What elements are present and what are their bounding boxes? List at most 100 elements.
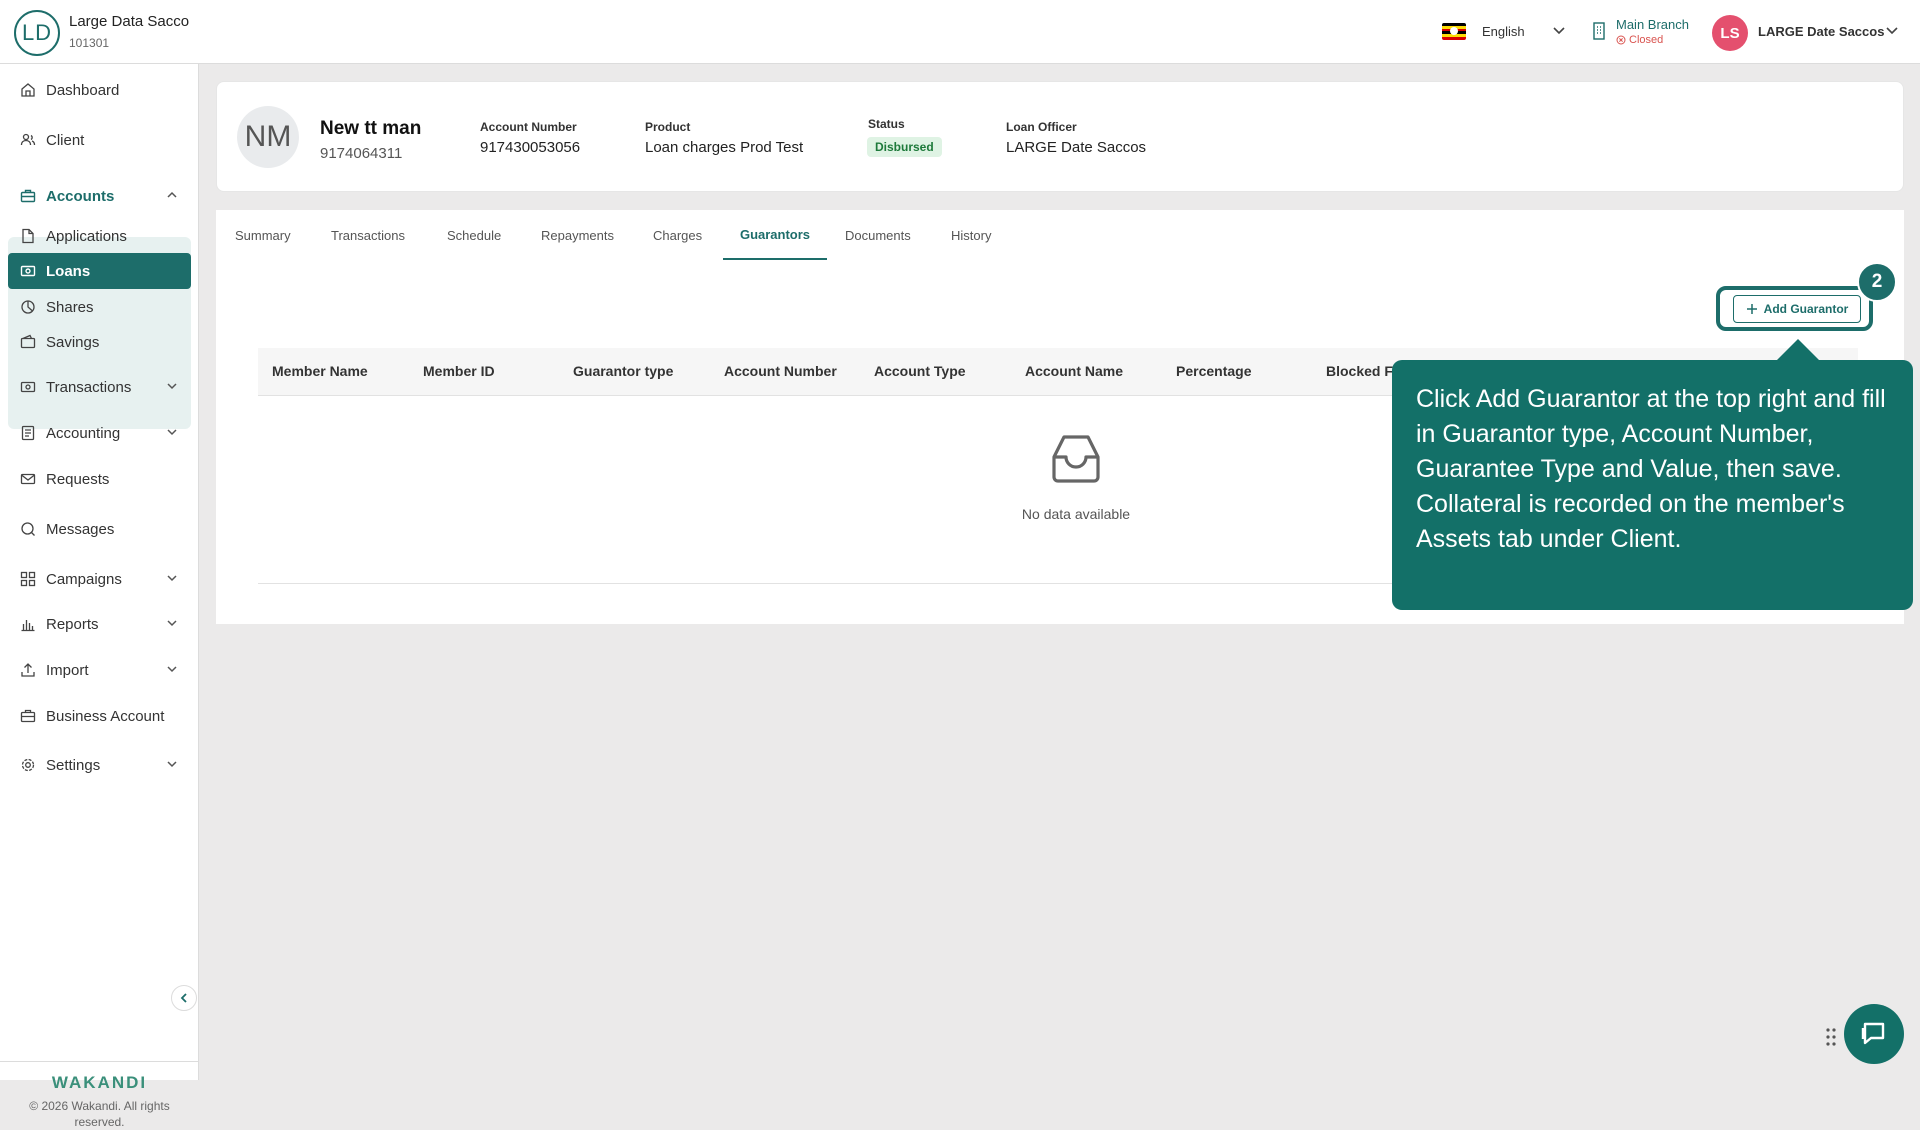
copyright-text: © 2026 Wakandi. All rights reserved.	[29, 1099, 170, 1129]
chat-support-button[interactable]	[1844, 1004, 1904, 1064]
sidebar-item-accounting[interactable]: Accounting	[8, 416, 191, 450]
upload-icon	[18, 660, 38, 680]
sidebar-item-client[interactable]: Client	[8, 123, 191, 157]
chat-icon	[18, 519, 38, 539]
client-name[interactable]: New tt man	[320, 118, 421, 140]
org-avatar[interactable]: LD	[14, 10, 60, 56]
sidebar-item-messages[interactable]: Messages	[8, 512, 191, 546]
sidebar-item-label: Campaigns	[46, 570, 122, 588]
cash-icon	[18, 261, 38, 281]
wakandi-logo: WAKANDI	[51, 1073, 148, 1092]
loan-officer-value: LARGE Date Saccos	[1006, 139, 1147, 156]
client-id: 9174064311	[320, 145, 403, 162]
sidebar-item-label: Settings	[46, 756, 101, 774]
status-label: Status	[868, 117, 905, 131]
grid-icon	[18, 569, 38, 589]
sidebar-item-campaigns[interactable]: Campaigns	[8, 562, 191, 596]
sidebar-item-label: Accounts	[46, 187, 115, 205]
tab-history[interactable]: History	[951, 210, 1001, 260]
column-header[interactable]: Guarantor type	[573, 363, 673, 379]
add-guarantor-button[interactable]: Add Guarantor	[1733, 295, 1861, 323]
tab-schedule[interactable]: Schedule	[447, 210, 507, 260]
column-header[interactable]: Account Type	[874, 363, 966, 379]
sidebar-item-label: Loans	[46, 262, 91, 280]
wallet-icon	[18, 332, 38, 352]
branch-status-text: Closed	[1629, 34, 1664, 46]
status-badge: Disbursed	[867, 137, 942, 157]
chat-bubble-icon	[1861, 1022, 1885, 1045]
tab-summary[interactable]: Summary	[235, 210, 298, 260]
account-number-value: 917430053056	[480, 139, 581, 156]
user-avatar[interactable]: LS	[1712, 15, 1748, 51]
bar-chart-icon	[18, 614, 38, 634]
empty-inbox-icon	[1052, 435, 1100, 483]
sidebar-item-label: Requests	[46, 470, 110, 488]
sidebar-item-savings[interactable]: Savings	[8, 325, 191, 359]
sidebar-item-import[interactable]: Import	[8, 653, 191, 687]
chevron-down-icon	[167, 429, 177, 436]
tooltip-arrow	[1776, 339, 1820, 361]
sidebar-item-label: Client	[46, 131, 85, 149]
gear-icon	[18, 755, 38, 775]
sidebar-item-label: Savings	[46, 333, 100, 351]
sidebar-item-requests[interactable]: Requests	[8, 462, 191, 496]
tab-guarantors[interactable]: Guarantors	[723, 210, 827, 260]
uganda-flag-icon[interactable]	[1442, 23, 1466, 40]
briefcase-icon	[18, 706, 38, 726]
sidebar-item-dashboard[interactable]: Dashboard	[8, 73, 191, 107]
loan-header-card: NM New tt man 9174064311 Account Number …	[216, 81, 1904, 192]
client-avatar: NM	[237, 106, 299, 168]
column-header[interactable]: Blocked Fu	[1326, 363, 1401, 379]
guide-tooltip: Click Add Guarantor at the top right and…	[1392, 360, 1913, 610]
home-icon	[18, 80, 38, 100]
branch-name[interactable]: Main Branch	[1616, 17, 1689, 32]
sidebar-item-label: Dashboard	[46, 81, 120, 99]
tab-documents[interactable]: Documents	[845, 210, 917, 260]
chevron-down-icon[interactable]	[1884, 22, 1900, 38]
account-number-label: Account Number	[480, 120, 577, 134]
close-circle-icon	[1616, 35, 1626, 45]
sidebar-item-applications[interactable]: Applications	[8, 219, 191, 253]
users-icon	[18, 130, 38, 150]
sidebar-item-transactions[interactable]: Transactions	[8, 370, 191, 404]
collapse-sidebar-button[interactable]	[171, 985, 197, 1011]
mail-icon	[18, 469, 38, 489]
language-selector[interactable]: English	[1482, 24, 1525, 39]
chevron-up-icon	[167, 191, 177, 198]
org-id: 101301	[69, 36, 110, 50]
chevron-down-icon	[167, 620, 177, 627]
sidebar-item-shares[interactable]: Shares	[8, 290, 191, 324]
loan-tabs: Summary Transactions Schedule Repayments…	[216, 210, 1016, 260]
step-badge: 2	[1857, 262, 1897, 302]
sidebar-item-loans[interactable]: Loans	[8, 253, 191, 289]
sidebar-item-label: Transactions	[46, 378, 132, 396]
sidebar-item-accounts[interactable]: Accounts	[8, 179, 191, 213]
chevron-left-icon	[180, 993, 187, 1003]
user-name[interactable]: LARGE Date Saccos	[1758, 24, 1884, 39]
drag-handle-icon[interactable]	[1825, 1027, 1837, 1047]
chevron-down-icon	[167, 666, 177, 673]
product-value: Loan charges Prod Test	[645, 139, 804, 156]
tab-charges[interactable]: Charges	[653, 210, 708, 260]
sidebar-item-settings[interactable]: Settings	[8, 748, 191, 782]
column-header[interactable]: Account Number	[724, 363, 837, 379]
guide-tooltip-text: Click Add Guarantor at the top right and…	[1416, 385, 1886, 553]
chevron-down-icon	[167, 761, 177, 768]
tab-transactions[interactable]: Transactions	[331, 210, 411, 260]
sidebar-item-label: Accounting	[46, 424, 121, 442]
sidebar-item-business-account[interactable]: Business Account	[8, 699, 191, 733]
top-bar: LD Large Data Sacco 101301 English Main …	[0, 0, 1920, 64]
column-header[interactable]: Account Name	[1025, 363, 1123, 379]
sidebar: Dashboard Client Accounts Applications L…	[0, 64, 199, 1129]
column-header[interactable]: Member ID	[423, 363, 495, 379]
briefcase-icon	[18, 186, 38, 206]
sidebar-item-label: Shares	[46, 298, 94, 316]
sidebar-item-reports[interactable]: Reports	[8, 607, 191, 641]
file-icon	[18, 226, 38, 246]
column-header[interactable]: Member Name	[272, 363, 368, 379]
sidebar-item-label: Reports	[46, 615, 99, 633]
tab-repayments[interactable]: Repayments	[541, 210, 619, 260]
chevron-down-icon[interactable]	[1551, 22, 1567, 38]
ledger-icon	[18, 423, 38, 443]
column-header[interactable]: Percentage	[1176, 363, 1251, 379]
